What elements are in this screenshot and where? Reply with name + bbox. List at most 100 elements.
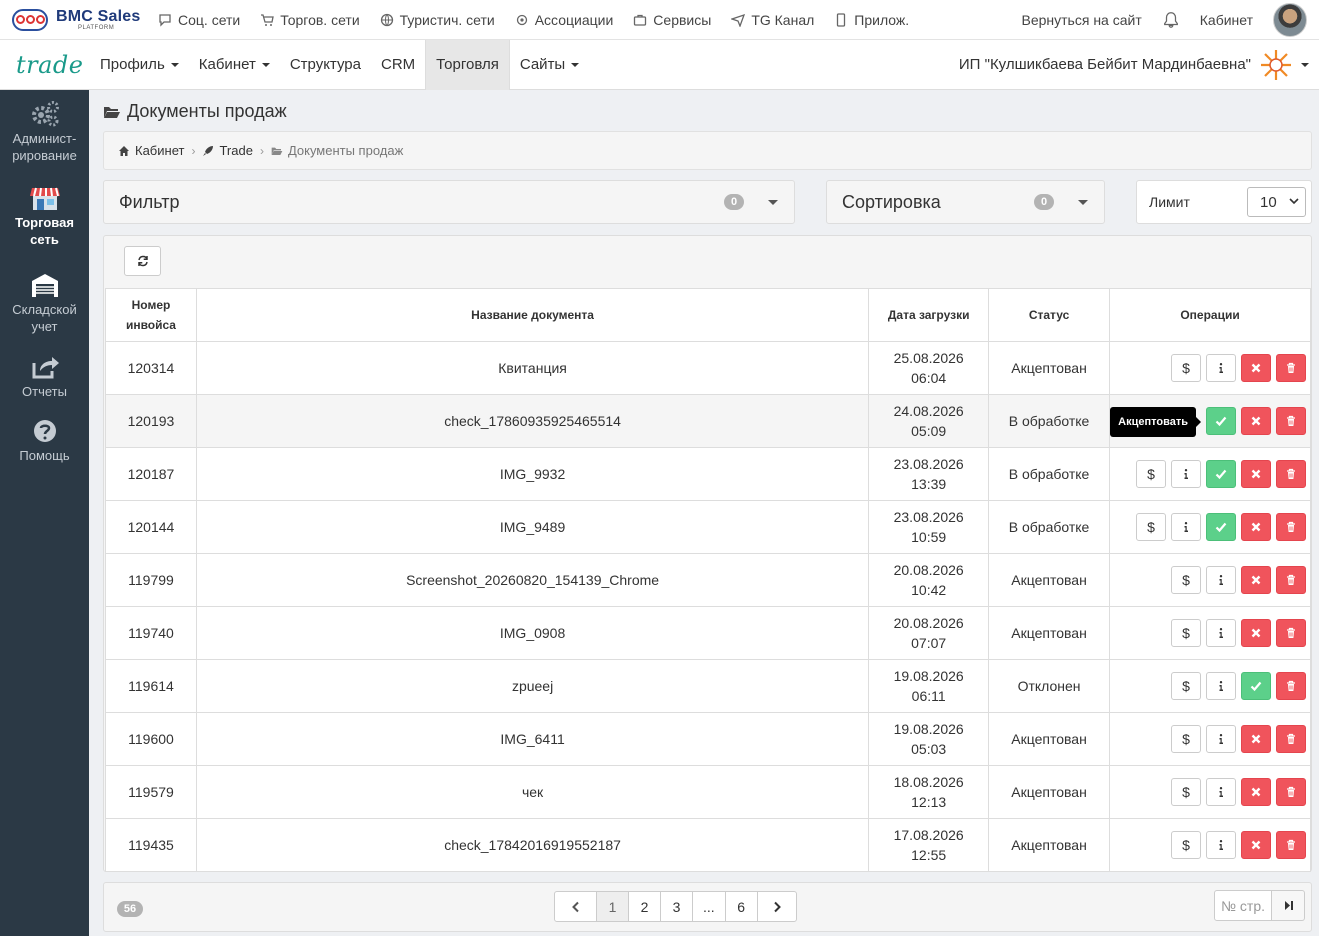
info-button[interactable] <box>1206 566 1236 594</box>
col-header-invoice[interactable]: Номер инвойса <box>105 288 197 342</box>
dollar-button[interactable]: $ <box>1136 513 1166 541</box>
page-button[interactable]: 3 <box>660 891 693 922</box>
go-to-page-button[interactable] <box>1272 890 1305 921</box>
info-button[interactable] <box>1171 513 1201 541</box>
page-button[interactable]: 1 <box>596 891 629 922</box>
sidebar-item-0[interactable]: Админист-рирование <box>0 90 89 164</box>
table-row[interactable]: 119600 IMG_6411 19.08.2026 05:03 Акцептован $ <box>105 712 1311 766</box>
table-row[interactable]: 119614 zpueej 19.08.2026 06:11 Отклонен $ <box>105 659 1311 713</box>
delete-button[interactable] <box>1276 460 1306 488</box>
accept-button[interactable] <box>1241 672 1271 700</box>
dollar-button[interactable]: $ <box>1171 566 1201 594</box>
top-nav-item[interactable]: TG Канал <box>730 12 814 28</box>
accept-button[interactable] <box>1206 460 1236 488</box>
col-header-date[interactable]: Дата загрузки <box>868 288 990 342</box>
reject-button[interactable] <box>1241 619 1271 647</box>
reject-button[interactable] <box>1241 460 1271 488</box>
return-to-site-link[interactable]: Вернуться на сайт <box>1022 12 1142 28</box>
dollar-button[interactable]: $ <box>1171 778 1201 806</box>
trade-logo[interactable]: trade <box>0 51 90 79</box>
info-button[interactable] <box>1206 778 1236 806</box>
top-nav-item[interactable]: Соц. сети <box>158 12 240 28</box>
table-row[interactable]: 119435 check_17842016919552187 17.08.2026 1… <box>105 818 1311 872</box>
nav-item-1[interactable]: Кабинет <box>189 40 280 90</box>
nav-item-0[interactable]: Профиль <box>90 40 189 90</box>
reject-button[interactable] <box>1241 566 1271 594</box>
info-button[interactable] <box>1206 831 1236 859</box>
top-nav-item[interactable]: Туристич. сети <box>380 12 495 28</box>
company-selector[interactable]: ИП "Кулшикбаева Бейбит Мардинбаевна" <box>959 48 1319 82</box>
bmc-brand[interactable]: BMC Sales PLATFORM <box>0 8 158 31</box>
table-row[interactable]: 119579 чек 18.08.2026 12:13 Акцептован $ <box>105 765 1311 819</box>
sidebar-item-1[interactable]: Торговая сеть <box>0 174 89 248</box>
info-button[interactable] <box>1206 672 1236 700</box>
dollar-button[interactable]: $ <box>1171 672 1201 700</box>
nav-item-3[interactable]: CRM <box>371 40 425 90</box>
table-row[interactable]: 120187 IMG_9932 23.08.2026 13:39 В обработке… <box>105 447 1311 501</box>
dollar-button[interactable]: $ <box>1171 354 1201 382</box>
delete-button[interactable] <box>1276 354 1306 382</box>
dollar-button[interactable]: $ <box>1171 619 1201 647</box>
reject-button[interactable] <box>1241 831 1271 859</box>
prev-page-button[interactable] <box>554 891 597 922</box>
nav-item-5[interactable]: Сайты <box>510 40 589 90</box>
dollar-button[interactable]: $ <box>1136 460 1166 488</box>
reject-button[interactable] <box>1241 407 1271 435</box>
table-row[interactable]: 120193 check_17860935925465514 24.08.2026 0… <box>105 394 1311 448</box>
delete-button[interactable] <box>1276 725 1306 753</box>
page-button[interactable]: 6 <box>724 891 758 922</box>
cabinet-link[interactable]: Кабинет <box>1200 12 1253 28</box>
delete-button[interactable] <box>1276 566 1306 594</box>
page-number-input[interactable]: № стр. <box>1214 890 1272 921</box>
table-row[interactable]: 119799 Screenshot_20260820_154139_Chrome 2… <box>105 553 1311 607</box>
delete-button[interactable] <box>1276 407 1306 435</box>
limit-select[interactable]: 10 <box>1247 187 1306 217</box>
next-page-button[interactable] <box>756 891 797 922</box>
col-header-status[interactable]: Статус <box>988 288 1111 342</box>
reject-button[interactable] <box>1241 513 1271 541</box>
col-header-name[interactable]: Название документа <box>195 288 870 342</box>
info-button[interactable] <box>1171 460 1201 488</box>
dollar-button[interactable]: $ <box>1171 831 1201 859</box>
reject-button[interactable] <box>1241 778 1271 806</box>
info-button[interactable] <box>1206 619 1236 647</box>
delete-button[interactable] <box>1276 672 1306 700</box>
info-button[interactable] <box>1206 725 1236 753</box>
breadcrumb-trade[interactable]: Trade <box>202 143 253 158</box>
cell-date-time: 13:39 <box>911 476 947 492</box>
table-row[interactable]: 119740 IMG_0908 20.08.2026 07:07 Акцептован $ <box>105 606 1311 660</box>
top-nav-item[interactable]: Сервисы <box>633 12 711 28</box>
dollar-button[interactable]: $ <box>1171 725 1201 753</box>
refresh-button[interactable] <box>124 246 161 276</box>
accept-button[interactable] <box>1206 513 1236 541</box>
trash-icon <box>1285 733 1297 745</box>
nav-item-4[interactable]: Торговля <box>425 39 510 90</box>
delete-button[interactable] <box>1276 513 1306 541</box>
nav-item-2[interactable]: Структура <box>280 40 371 90</box>
sidebar-item-2[interactable]: Складской учет <box>0 261 89 335</box>
page-button[interactable]: 2 <box>628 891 661 922</box>
sidebar-item-4[interactable]: Помощь <box>0 407 89 464</box>
breadcrumb-cabinet[interactable]: Кабинет <box>118 143 184 158</box>
sort-panel-toggle[interactable]: Сортировка 0 <box>826 180 1105 224</box>
table-row[interactable]: 120144 IMG_9489 23.08.2026 10:59 В обработке… <box>105 500 1311 554</box>
delete-button[interactable] <box>1276 778 1306 806</box>
info-button[interactable] <box>1206 354 1236 382</box>
sidebar-item-3[interactable]: Отчеты <box>0 343 89 400</box>
cell-status: В обработке <box>988 447 1111 501</box>
top-nav-item[interactable]: Ассоциации <box>515 12 613 28</box>
bell-icon[interactable] <box>1162 11 1180 29</box>
avatar[interactable] <box>1273 2 1307 37</box>
delete-button[interactable] <box>1276 619 1306 647</box>
reject-button[interactable] <box>1241 725 1271 753</box>
filter-panel-toggle[interactable]: Фильтр 0 <box>103 180 795 224</box>
pagination: 1 2 3... 6 <box>554 891 797 922</box>
accept-button[interactable] <box>1206 407 1236 435</box>
cell-document-name: Квитанция <box>195 341 870 395</box>
top-nav-item[interactable]: Торгов. сети <box>260 12 360 28</box>
delete-button[interactable] <box>1276 831 1306 859</box>
table-row[interactable]: 120314 Квитанция 25.08.2026 06:04 Акцептован… <box>105 341 1311 395</box>
reject-button[interactable] <box>1241 354 1271 382</box>
info-icon <box>1215 680 1227 692</box>
top-nav-item[interactable]: Прилож. <box>834 12 909 28</box>
